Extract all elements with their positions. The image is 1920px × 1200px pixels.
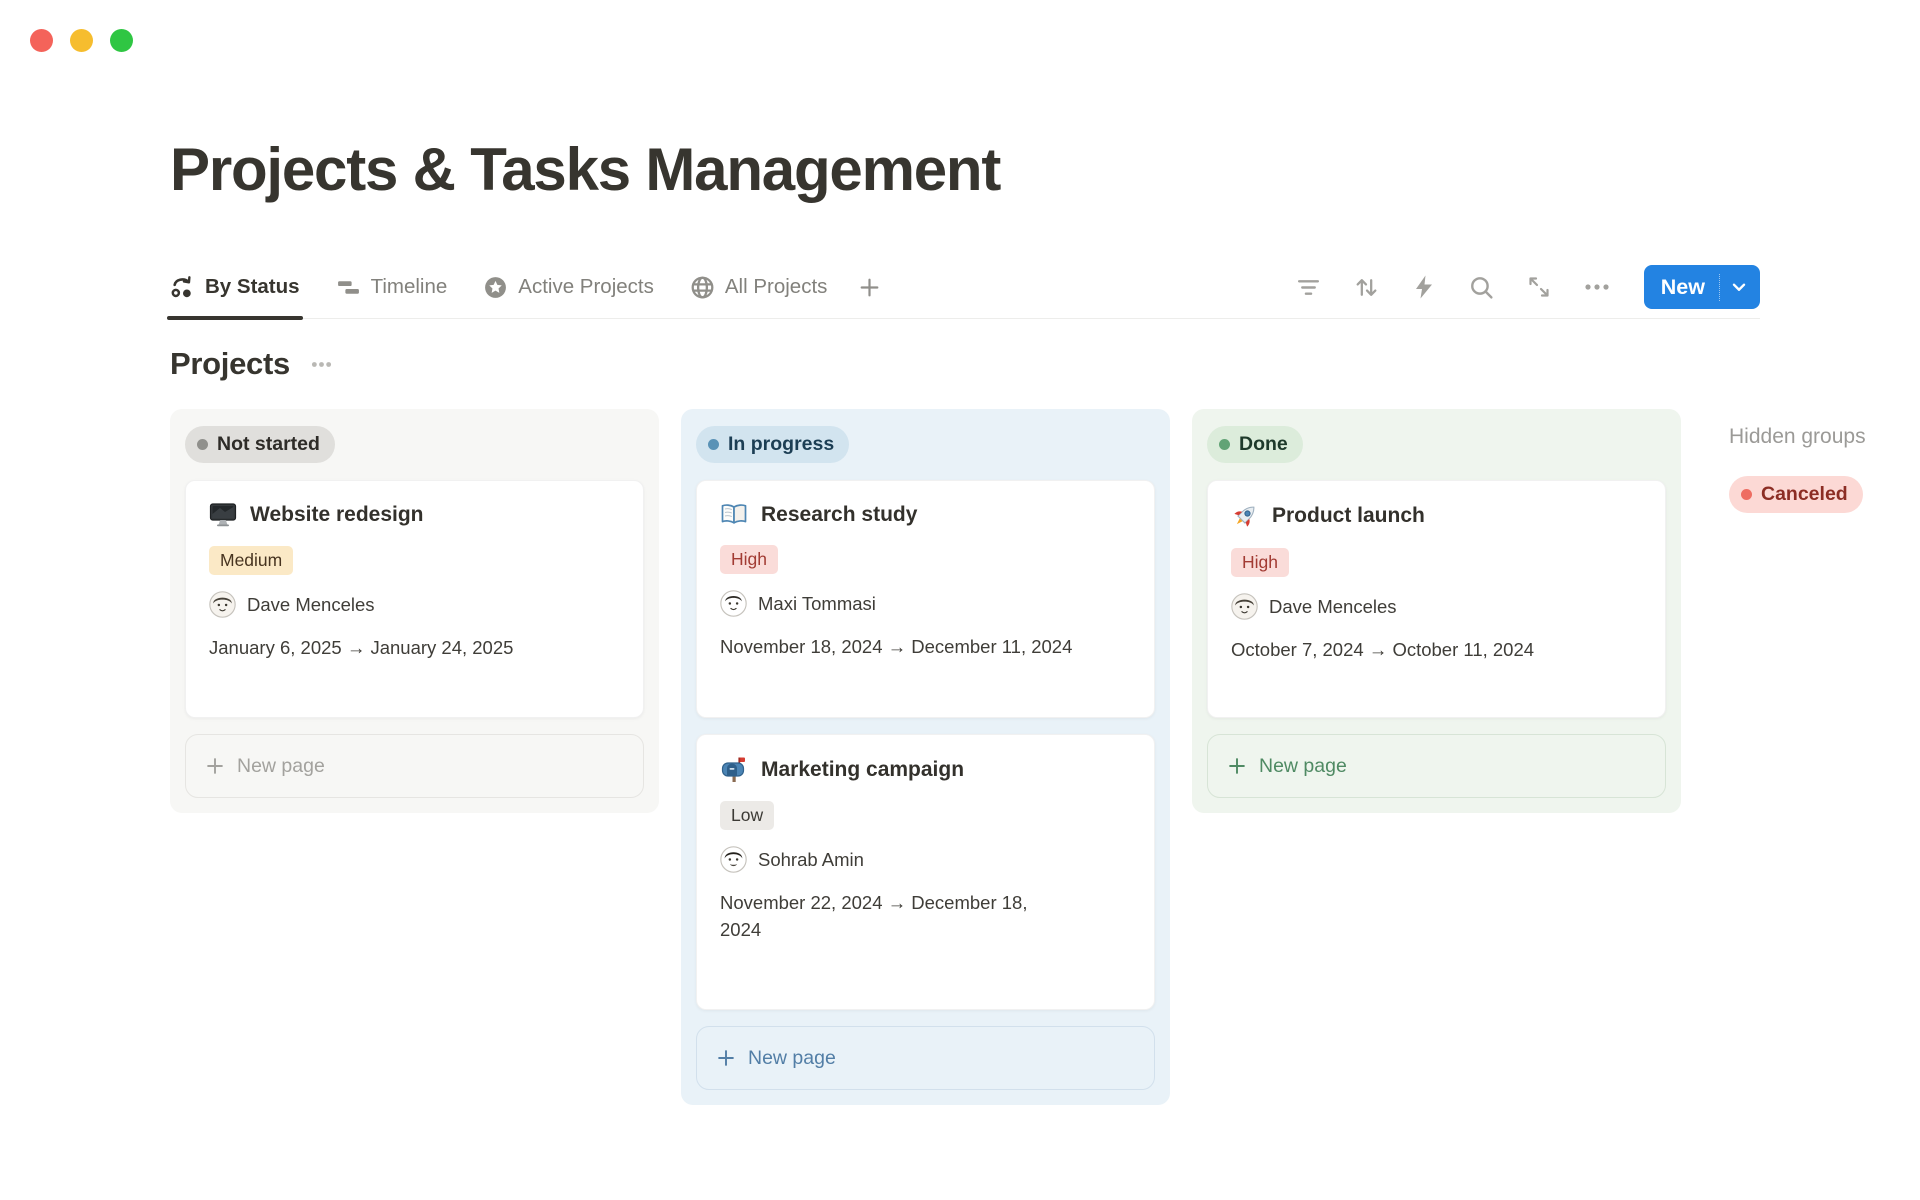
status-cycle-icon <box>170 275 195 300</box>
tab-by-status[interactable]: By Status <box>170 256 300 318</box>
expand-icon[interactable] <box>1526 274 1552 300</box>
card-marketing-campaign[interactable]: Marketing campaign Low <box>696 734 1155 1010</box>
kanban-board: Not started <box>170 409 1760 1105</box>
tab-all-projects[interactable]: All Projects <box>690 256 828 318</box>
search-icon[interactable] <box>1468 274 1495 301</box>
assignee-name: Maxi Tommasi <box>758 593 876 615</box>
sort-icon[interactable] <box>1353 274 1380 301</box>
status-dot <box>1741 489 1752 500</box>
tab-label: By Status <box>205 275 300 299</box>
card-title: Website redesign <box>250 503 424 527</box>
plus-icon <box>1226 755 1248 777</box>
group-name: In progress <box>728 433 834 456</box>
tab-label: All Projects <box>725 275 828 299</box>
group-header-canceled[interactable]: Canceled <box>1729 476 1863 513</box>
more-icon[interactable] <box>1583 273 1611 301</box>
avatar <box>209 591 236 618</box>
column-in-progress: In progress Research st <box>681 409 1170 1105</box>
new-button-label: New <box>1644 275 1719 300</box>
card-research-study[interactable]: Research study High <box>696 480 1155 718</box>
assignee-name: Dave Menceles <box>1269 596 1397 618</box>
timeline-icon <box>336 275 361 300</box>
card-title: Marketing campaign <box>761 758 964 782</box>
group-name: Canceled <box>1761 483 1848 506</box>
card-dates: November 22, 2024 → December 18, 2024 <box>720 890 1058 944</box>
card-title: Product launch <box>1272 504 1425 528</box>
zoom-button[interactable] <box>110 29 133 52</box>
board-header: Projects <box>170 346 1760 382</box>
mailbox-icon <box>720 756 748 783</box>
plus-icon <box>204 755 226 777</box>
notion-window: Projects & Tasks Management By Status <box>0 0 1920 1200</box>
rocket-icon <box>1231 502 1259 530</box>
group-header-done[interactable]: Done <box>1207 426 1303 463</box>
hidden-groups-panel: Hidden groups Canceled <box>1729 409 1919 513</box>
hidden-groups-label: Hidden groups <box>1729 425 1919 449</box>
view-toolbar: New <box>1295 265 1760 309</box>
tab-label: Timeline <box>371 275 448 299</box>
assignee-name: Sohrab Amin <box>758 849 864 871</box>
assignee-name: Dave Menceles <box>247 594 375 616</box>
status-dot <box>708 439 719 450</box>
plus-icon <box>715 1047 737 1069</box>
new-page-button[interactable]: New page <box>1207 734 1666 798</box>
card-title: Research study <box>761 503 917 527</box>
priority-badge: Low <box>720 801 774 830</box>
chevron-down-icon[interactable] <box>1720 276 1760 298</box>
card-product-launch[interactable]: Product launch High <box>1207 480 1666 718</box>
page-content: Projects & Tasks Management By Status <box>0 134 1920 1105</box>
column-done: Done <box>1192 409 1681 813</box>
card-dates: January 6, 2025 → January 24, 2025 <box>209 635 620 662</box>
globe-icon <box>690 275 715 300</box>
tab-active-projects[interactable]: Active Projects <box>483 256 654 318</box>
priority-badge: Medium <box>209 546 293 575</box>
minimize-button[interactable] <box>70 29 93 52</box>
star-circle-icon <box>483 275 508 300</box>
page-title: Projects & Tasks Management <box>170 134 1760 206</box>
board-title: Projects <box>170 346 290 382</box>
avatar <box>720 846 747 873</box>
group-name: Not started <box>217 433 320 456</box>
automation-icon[interactable] <box>1411 274 1437 300</box>
status-dot <box>197 439 208 450</box>
new-page-label: New page <box>748 1047 836 1070</box>
status-dot <box>1219 439 1230 450</box>
avatar <box>1231 593 1258 620</box>
window-titlebar <box>0 0 1920 64</box>
open-book-icon <box>720 502 748 527</box>
view-tabbar: By Status Timeline Act <box>170 256 1760 319</box>
tab-label: Active Projects <box>518 275 654 299</box>
filter-icon[interactable] <box>1295 274 1322 301</box>
group-header-not-started[interactable]: Not started <box>185 426 335 463</box>
priority-badge: High <box>720 545 778 574</box>
priority-badge: High <box>1231 548 1289 577</box>
new-button[interactable]: New <box>1644 265 1760 309</box>
plus-icon <box>857 275 882 300</box>
new-page-button[interactable]: New page <box>696 1026 1155 1090</box>
desktop-computer-icon <box>209 502 237 528</box>
new-page-label: New page <box>1259 755 1347 778</box>
card-website-redesign[interactable]: Website redesign Medium <box>185 480 644 718</box>
card-dates: October 7, 2024 → October 11, 2024 <box>1231 637 1642 664</box>
close-button[interactable] <box>30 29 53 52</box>
column-not-started: Not started <box>170 409 659 813</box>
add-view-button[interactable] <box>857 275 882 300</box>
tab-timeline[interactable]: Timeline <box>336 256 448 318</box>
new-page-button[interactable]: New page <box>185 734 644 798</box>
card-dates: November 18, 2024 → December 11, 2024 <box>720 634 1131 661</box>
new-page-label: New page <box>237 755 325 778</box>
group-header-in-progress[interactable]: In progress <box>696 426 849 463</box>
board-more-icon[interactable] <box>309 352 334 377</box>
avatar <box>720 590 747 617</box>
group-name: Done <box>1239 433 1288 456</box>
